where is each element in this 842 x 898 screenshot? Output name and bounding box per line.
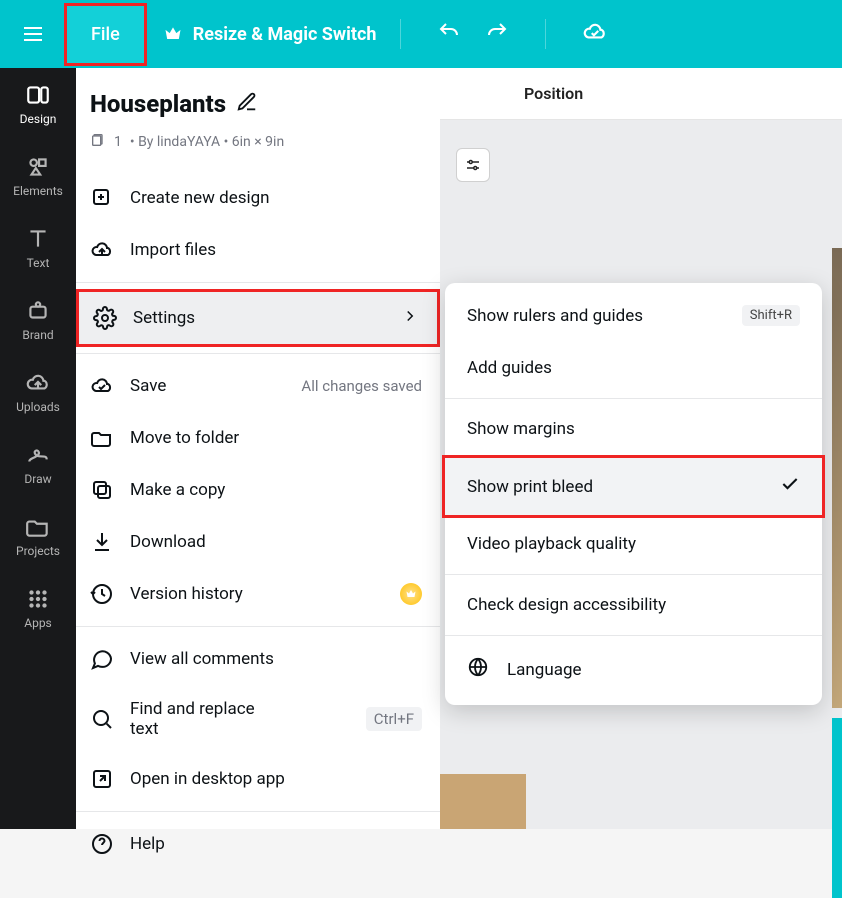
menu-label: Open in desktop app bbox=[130, 769, 285, 789]
menu-find-replace[interactable]: Find and replace text Ctrl+F bbox=[76, 685, 440, 753]
menu-settings[interactable]: Settings bbox=[76, 289, 440, 347]
submenu-show-print-bleed[interactable]: Show print bleed bbox=[442, 455, 825, 518]
adjustments-icon[interactable] bbox=[456, 148, 490, 182]
crown-icon bbox=[163, 24, 183, 44]
menu-label: Move to folder bbox=[130, 428, 239, 448]
undo-icon[interactable] bbox=[437, 20, 461, 48]
canvas-preview bbox=[832, 248, 842, 708]
submenu-add-guides[interactable]: Add guides bbox=[445, 342, 822, 394]
sidebar-item-elements[interactable]: Elements bbox=[13, 154, 63, 198]
submenu-language[interactable]: Language bbox=[445, 640, 822, 699]
separator bbox=[445, 398, 822, 399]
menu-label: Find and replace text bbox=[130, 699, 280, 739]
menu-download[interactable]: Download bbox=[76, 516, 440, 568]
submenu-label: Check design accessibility bbox=[467, 595, 666, 615]
resize-magic-switch[interactable]: Resize & Magic Switch bbox=[193, 24, 377, 45]
sidebar: Design Elements Text Brand Uploads Draw … bbox=[0, 68, 76, 829]
chevron-right-icon bbox=[401, 307, 419, 330]
sidebar-item-projects[interactable]: Projects bbox=[16, 514, 60, 558]
premium-badge-icon bbox=[400, 583, 422, 605]
menu-create-new-design[interactable]: Create new design bbox=[76, 172, 440, 224]
file-button[interactable]: File bbox=[64, 3, 147, 66]
menu-label: Import files bbox=[130, 240, 216, 260]
sidebar-item-draw[interactable]: Draw bbox=[24, 442, 51, 486]
keyboard-shortcut: Ctrl+F bbox=[366, 707, 422, 731]
separator bbox=[76, 353, 440, 354]
submenu-label: Add guides bbox=[467, 358, 552, 378]
cloud-sync-icon[interactable] bbox=[582, 19, 608, 49]
menu-make-a-copy[interactable]: Make a copy bbox=[76, 464, 440, 516]
menu-save[interactable]: Save All changes saved bbox=[76, 360, 440, 412]
menu-icon[interactable] bbox=[8, 9, 58, 59]
sidebar-item-label: Brand bbox=[22, 328, 53, 342]
separator bbox=[445, 574, 822, 575]
sidebar-item-label: Uploads bbox=[16, 400, 60, 414]
file-menu: Houseplants 1 • By lindaYAYA • 6in × 9in… bbox=[76, 68, 440, 829]
position-button[interactable]: Position bbox=[524, 84, 583, 103]
page-count: 1 bbox=[114, 134, 122, 150]
sidebar-item-apps[interactable]: Apps bbox=[24, 586, 52, 630]
separator bbox=[545, 19, 546, 49]
document-title: Houseplants bbox=[90, 90, 226, 118]
file-header: Houseplants 1 • By lindaYAYA • 6in × 9in bbox=[76, 68, 440, 164]
submenu-show-rulers[interactable]: Show rulers and guides Shift+R bbox=[445, 289, 822, 342]
edit-title-icon[interactable] bbox=[236, 91, 258, 117]
submenu-label: Show margins bbox=[467, 419, 575, 439]
menu-label: Create new design bbox=[130, 188, 270, 208]
separator bbox=[76, 282, 440, 283]
check-icon bbox=[780, 474, 800, 499]
submenu-label: Show rulers and guides bbox=[467, 306, 643, 326]
sidebar-item-label: Elements bbox=[13, 184, 63, 198]
sidebar-item-label: Projects bbox=[16, 544, 60, 558]
menu-label: Download bbox=[130, 532, 206, 552]
menu-import-files[interactable]: Import files bbox=[76, 224, 440, 276]
separator bbox=[76, 626, 440, 627]
sidebar-item-label: Apps bbox=[24, 616, 52, 630]
menu-label: Save bbox=[130, 376, 166, 396]
menu-label: Make a copy bbox=[130, 480, 225, 500]
sidebar-item-label: Text bbox=[27, 256, 50, 270]
menu-label: Help bbox=[130, 834, 165, 854]
separator bbox=[76, 811, 440, 812]
redo-icon[interactable] bbox=[485, 20, 509, 48]
keyboard-shortcut: Shift+R bbox=[742, 305, 800, 326]
submenu-video-quality[interactable]: Video playback quality bbox=[445, 518, 822, 570]
sidebar-item-brand[interactable]: Brand bbox=[22, 298, 53, 342]
submenu-label: Video playback quality bbox=[467, 534, 636, 554]
topbar: File Resize & Magic Switch bbox=[0, 0, 842, 68]
menu-label: Version history bbox=[130, 584, 243, 604]
sidebar-item-label: Draw bbox=[24, 472, 51, 486]
menu-move-to-folder[interactable]: Move to folder bbox=[76, 412, 440, 464]
menu-help[interactable]: Help bbox=[76, 818, 440, 870]
sidebar-item-text[interactable]: Text bbox=[25, 226, 51, 270]
menu-version-history[interactable]: Version history bbox=[76, 568, 440, 620]
menu-view-all-comments[interactable]: View all comments bbox=[76, 633, 440, 685]
globe-icon bbox=[467, 656, 489, 683]
separator bbox=[400, 19, 401, 49]
canvas-preview bbox=[832, 718, 842, 898]
menu-open-desktop[interactable]: Open in desktop app bbox=[76, 753, 440, 805]
submenu-show-margins[interactable]: Show margins bbox=[445, 403, 822, 455]
document-meta: • By lindaYAYA • 6in × 9in bbox=[130, 134, 284, 150]
separator bbox=[445, 635, 822, 636]
sidebar-item-label: Design bbox=[20, 112, 57, 126]
submenu-label: Language bbox=[507, 660, 582, 680]
sidebar-item-uploads[interactable]: Uploads bbox=[16, 370, 60, 414]
menu-label: Settings bbox=[133, 308, 195, 328]
save-status: All changes saved bbox=[301, 377, 422, 395]
pages-icon bbox=[90, 132, 106, 152]
submenu-accessibility[interactable]: Check design accessibility bbox=[445, 579, 822, 631]
sidebar-item-design[interactable]: Design bbox=[20, 82, 57, 126]
menu-label: View all comments bbox=[130, 649, 274, 669]
settings-submenu: Show rulers and guides Shift+R Add guide… bbox=[445, 283, 822, 705]
submenu-label: Show print bleed bbox=[467, 477, 593, 497]
